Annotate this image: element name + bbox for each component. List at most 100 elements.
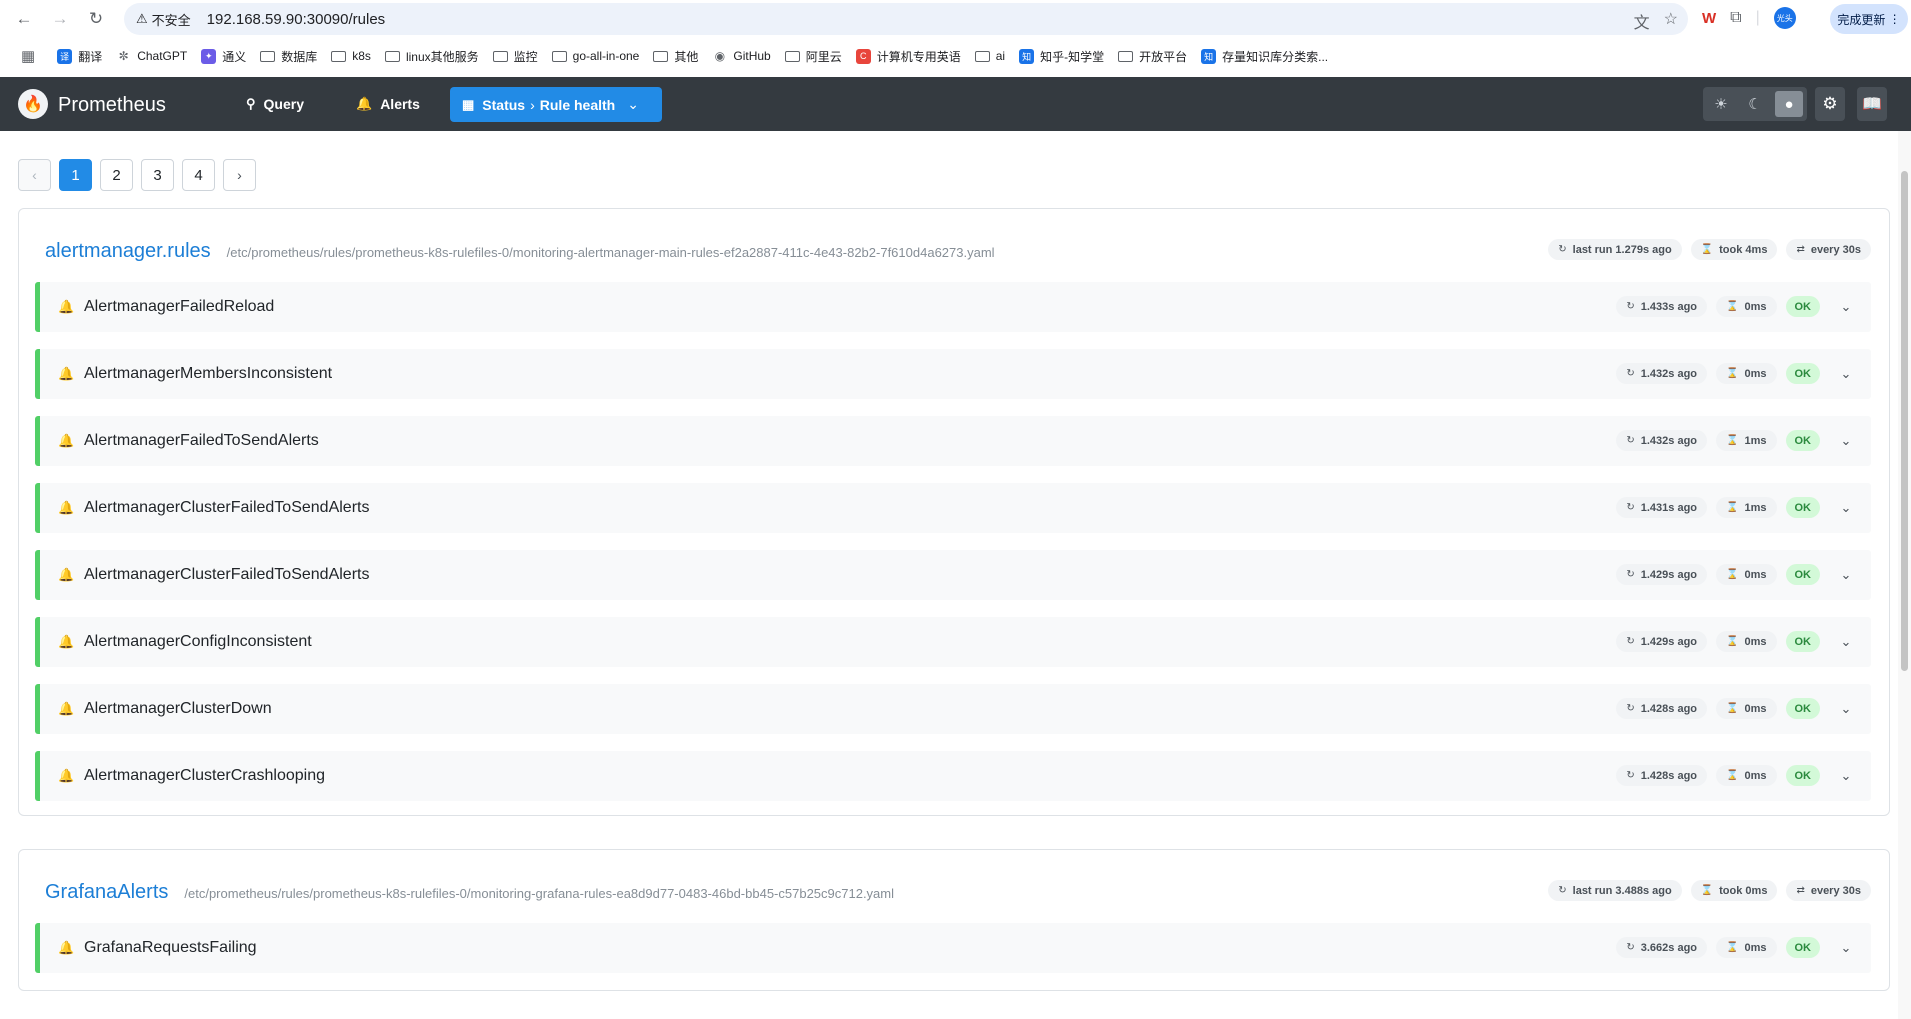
nav-status[interactable]: ▦ Status › Rule health ⌄ (450, 87, 662, 122)
update-button[interactable]: 完成更新 ⋮ (1830, 4, 1908, 34)
last-run-text: last run 1.279s ago (1572, 243, 1672, 256)
address-bar[interactable]: ⚠ 不安全 192.168.59.90:30090/rules 文 ☆ (124, 3, 1688, 35)
bookmark-label: 开放平台 (1139, 49, 1188, 64)
reload-icon[interactable]: ↻ (84, 7, 108, 31)
dark-theme-icon[interactable]: ☾ (1741, 91, 1769, 117)
bookmark-item[interactable]: 阿里云 (784, 48, 842, 65)
rule-last-eval-text: 1.428s ago (1640, 769, 1698, 782)
rule-duration-text: 0ms (1744, 941, 1767, 954)
apps-grid-icon[interactable]: ▦ (21, 47, 35, 65)
chevron-down-icon[interactable]: ⌄ (1835, 701, 1857, 717)
settings-gear-icon[interactable]: ⚙ (1815, 87, 1845, 121)
rule-group-name: alertmanager.rules (45, 240, 211, 262)
hourglass-icon: ⌛ (1726, 770, 1739, 781)
nav-query[interactable]: ⚲ Query (234, 89, 316, 119)
chevron-down-icon[interactable]: ⌄ (1835, 500, 1857, 516)
chevron-down-icon[interactable]: ⌄ (1835, 299, 1857, 315)
pagination-page-2[interactable]: 2 (100, 159, 133, 191)
system-theme-icon[interactable]: ● (1775, 91, 1803, 117)
prometheus-logo-icon[interactable]: 🔥 (18, 89, 48, 119)
rule-health-badge: OK (1785, 497, 1820, 518)
security-warning[interactable]: ⚠ 不安全 (136, 10, 191, 29)
chevron-down-icon[interactable]: ⌄ (1835, 768, 1857, 784)
bookmark-item[interactable]: ai (974, 49, 1006, 63)
bookmark-item[interactable]: ✦ 通义 (201, 48, 246, 65)
rule-row[interactable]: 🔔 AlertmanagerMembersInconsistent ↻ 1.432… (35, 349, 1871, 399)
bookmark-star-icon[interactable]: ☆ (1664, 9, 1678, 33)
bookmarks-bar: ▦ 译翻译 ✼ ChatGPT ✦ 通义 数据库 k8s linux其他服务 监控 … (0, 44, 1911, 68)
rule-row[interactable]: 🔔 GrafanaRequestsFailing ↻ 3.662s ago ⌛ 0m… (35, 923, 1871, 973)
bookmark-label: ai (995, 49, 1006, 63)
rule-name: GrafanaRequestsFailing (84, 939, 257, 956)
url-text[interactable]: 192.168.59.90:30090/rules (207, 11, 385, 28)
nav-status-label: Status (482, 96, 526, 113)
forward-icon[interactable]: → (48, 7, 72, 31)
bookmark-item[interactable]: go-all-in-one (551, 49, 639, 63)
page-scrollbar[interactable] (1898, 131, 1911, 1019)
rule-group-file: /etc/prometheus/rules/prometheus-k8s-rul… (226, 245, 995, 260)
chevron-down-icon[interactable]: ⌄ (1835, 634, 1857, 650)
nav-query-label: Query (263, 96, 304, 112)
bell-icon: 🔔 (58, 567, 75, 582)
nav-alerts[interactable]: 🔔 Alerts (344, 89, 432, 119)
hourglass-icon: ⌛ (1700, 244, 1714, 255)
bookmark-label: 阿里云 (805, 49, 842, 64)
rule-row[interactable]: 🔔 AlertmanagerConfigInconsistent ↻ 1.429s… (35, 617, 1871, 667)
brand-title[interactable]: Prometheus (58, 94, 166, 117)
extensions-puzzle-icon[interactable]: ⧉ (1730, 9, 1741, 27)
bookmark-item[interactable]: ✼ ChatGPT (116, 49, 188, 64)
pagination: ‹ 1 2 3 4 › (18, 159, 256, 191)
light-theme-icon[interactable]: ☀ (1707, 91, 1735, 117)
bookmark-item[interactable]: C 计算机专用英语 (855, 48, 961, 65)
refresh-icon: ↻ (1626, 942, 1635, 953)
pagination-page-1[interactable]: 1 (59, 159, 92, 191)
hourglass-icon: ⌛ (1726, 942, 1739, 953)
bookmark-item[interactable]: 数据库 (260, 48, 317, 65)
wps-extension-icon[interactable]: W (1702, 10, 1716, 27)
bookmark-item[interactable]: 开放平台 (1118, 48, 1187, 65)
chevron-down-icon[interactable]: ⌄ (1835, 567, 1857, 583)
bookmark-label: 存量知识库分类索... (1222, 49, 1329, 64)
bell-icon: 🔔 (58, 299, 75, 314)
folder-icon (653, 50, 669, 62)
bookmark-item[interactable]: 知知乎-知学堂 (1019, 48, 1104, 65)
interval-text: every 30s (1810, 243, 1861, 256)
profile-avatar[interactable]: 光头 (1773, 7, 1796, 29)
rule-row[interactable]: 🔔 AlertmanagerClusterDown ↻ 1.428s ago ⌛ 0… (35, 684, 1871, 734)
pagination-next-icon[interactable]: › (223, 159, 256, 191)
rule-row[interactable]: 🔔 AlertmanagerClusterFailedToSendAlerts … (35, 550, 1871, 600)
rule-group-card: GrafanaAlerts /etc/prometheus/rules/prom… (18, 849, 1890, 991)
bookmark-item[interactable]: ◉ GitHub (712, 49, 771, 64)
security-warning-label: 不安全 (151, 12, 191, 28)
rule-last-eval-badge: ↻ 1.432s ago (1616, 430, 1708, 451)
hourglass-icon: ⌛ (1700, 885, 1714, 896)
rule-row[interactable]: 🔔 AlertmanagerFailedToSendAlerts ↻ 1.432s… (35, 416, 1871, 466)
pagination-page-4[interactable]: 4 (182, 159, 215, 191)
rule-meta: ↻ 1.432s ago ⌛ 1ms OK ⌄ (1616, 430, 1857, 451)
refresh-icon: ↻ (1626, 435, 1635, 446)
translate-page-icon[interactable]: 文 (1634, 9, 1650, 33)
bookmark-item[interactable]: linux其他服务 (384, 48, 479, 65)
rule-row[interactable]: 🔔 AlertmanagerFailedReload ↻ 1.433s ago ⌛… (35, 282, 1871, 332)
chevron-down-icon[interactable]: ⌄ (1835, 940, 1857, 956)
rule-row[interactable]: 🔔 AlertmanagerClusterFailedToSendAlerts … (35, 483, 1871, 533)
pagination-prev-icon[interactable]: ‹ (18, 159, 51, 191)
rule-row[interactable]: 🔔 AlertmanagerClusterCrashlooping ↻ 1.428… (35, 751, 1871, 801)
bookmark-item[interactable]: 其他 (653, 48, 698, 65)
bookmark-item[interactable]: 知存量知识库分类索... (1201, 48, 1328, 65)
chevron-down-icon[interactable]: ⌄ (1835, 433, 1857, 449)
rule-last-eval-text: 1.429s ago (1640, 635, 1698, 648)
folder-icon (784, 50, 800, 62)
pagination-page-3[interactable]: 3 (141, 159, 174, 191)
last-run-badge: ↻ last run 3.488s ago (1548, 880, 1682, 901)
bookmark-item[interactable]: 监控 (492, 48, 538, 65)
bell-icon: 🔔 (58, 701, 75, 716)
chevron-down-icon[interactable]: ⌄ (1835, 366, 1857, 382)
bookmark-item[interactable]: 译翻译 (57, 48, 102, 65)
scrollbar-thumb[interactable] (1901, 171, 1908, 671)
rule-duration-text: 0ms (1744, 635, 1767, 648)
bookmark-item[interactable]: k8s (331, 49, 371, 63)
back-icon[interactable]: ← (12, 7, 36, 31)
rule-duration-badge: ⌛ 1ms (1716, 430, 1777, 451)
docs-book-icon[interactable]: 📖 (1857, 87, 1887, 121)
